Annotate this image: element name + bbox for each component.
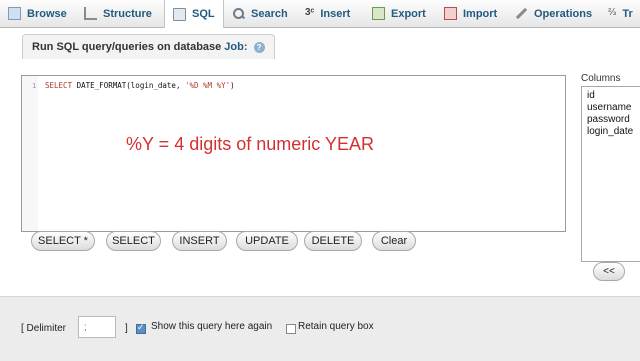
import-icon — [444, 7, 457, 20]
sql-code[interactable]: SELECT DATE_FORMAT(login_date, '%D %M %Y… — [45, 81, 235, 90]
tab-sql-label: SQL — [192, 8, 215, 20]
clear-button[interactable]: Clear — [372, 231, 416, 251]
tab-export[interactable]: Export — [372, 0, 426, 27]
sql-icon — [173, 7, 186, 21]
column-option[interactable]: login_date — [582, 126, 640, 138]
tab-operations[interactable]: Operations — [515, 0, 592, 27]
tab-structure-label: Structure — [103, 7, 152, 20]
panel-legend: Run SQL query/queries on database Job: ? — [22, 34, 275, 59]
tab-search[interactable]: Search — [232, 0, 288, 27]
select-button[interactable]: SELECT — [106, 231, 161, 251]
column-option[interactable]: id — [582, 87, 640, 102]
tab-import[interactable]: Import — [444, 0, 497, 27]
columns-label: Columns — [581, 73, 621, 84]
triggers-icon: ⅔ — [608, 7, 617, 18]
table-icon — [8, 7, 21, 20]
tab-structure[interactable]: Structure — [84, 0, 152, 27]
delimiter-input[interactable]: ; — [78, 316, 116, 338]
tab-browse-label: Browse — [27, 7, 67, 20]
delimiter-label: [ Delimiter — [21, 323, 67, 334]
sql-string: '%D %M %Y' — [184, 81, 231, 90]
show-query-checkbox[interactable] — [136, 322, 146, 334]
update-button[interactable]: UPDATE — [236, 231, 298, 251]
editor-gutter — [22, 76, 38, 231]
export-icon — [372, 7, 385, 20]
insert-column-button[interactable]: << — [593, 262, 625, 281]
annotation-overlay: %Y = 4 digits of numeric YEAR — [126, 134, 374, 154]
delimiter-bracket: ] — [125, 323, 128, 334]
tab-triggers[interactable]: ⅔ Tr — [608, 0, 633, 27]
columns-list[interactable]: id username password login_date — [581, 86, 640, 262]
operations-icon — [515, 7, 528, 20]
tab-triggers-label: Tr — [622, 7, 633, 20]
help-icon[interactable]: ? — [253, 41, 265, 53]
sql-code-body: DATE_FORMAT(login_date, — [76, 81, 185, 90]
insert-icon: 3ᶜ — [305, 7, 315, 18]
sql-keyword: SELECT — [45, 81, 73, 90]
legend-text: Run SQL query/queries on database — [32, 41, 222, 53]
line-number: 1 — [32, 82, 37, 90]
tab-insert[interactable]: 3ᶜ Insert — [305, 0, 350, 27]
tab-operations-label: Operations — [534, 7, 593, 20]
tab-sql[interactable]: SQL — [164, 0, 224, 28]
structure-icon — [84, 7, 97, 20]
tab-search-label: Search — [251, 7, 288, 20]
insert-button[interactable]: INSERT — [172, 231, 227, 251]
tab-import-label: Import — [463, 7, 498, 20]
column-option[interactable]: password — [582, 114, 640, 126]
tab-export-label: Export — [391, 7, 426, 20]
tab-bar: Browse Structure SQL Search 3ᶜ Insert Ex… — [0, 0, 640, 28]
delete-button[interactable]: DELETE — [304, 231, 362, 251]
retain-query-label: Retain query box — [298, 321, 374, 332]
tab-insert-label: Insert — [320, 7, 351, 20]
search-icon — [232, 7, 245, 20]
query-options-bar: [ Delimiter ; ] Show this query here aga… — [0, 296, 640, 361]
retain-query-checkbox[interactable] — [286, 324, 296, 334]
select-star-button[interactable]: SELECT * — [31, 231, 95, 251]
tab-browse[interactable]: Browse — [8, 0, 67, 27]
database-link[interactable]: Job: — [224, 41, 247, 53]
sql-code-tail: ) — [230, 81, 235, 90]
show-query-label: Show this query here again — [151, 321, 273, 332]
column-option[interactable]: username — [582, 102, 640, 114]
